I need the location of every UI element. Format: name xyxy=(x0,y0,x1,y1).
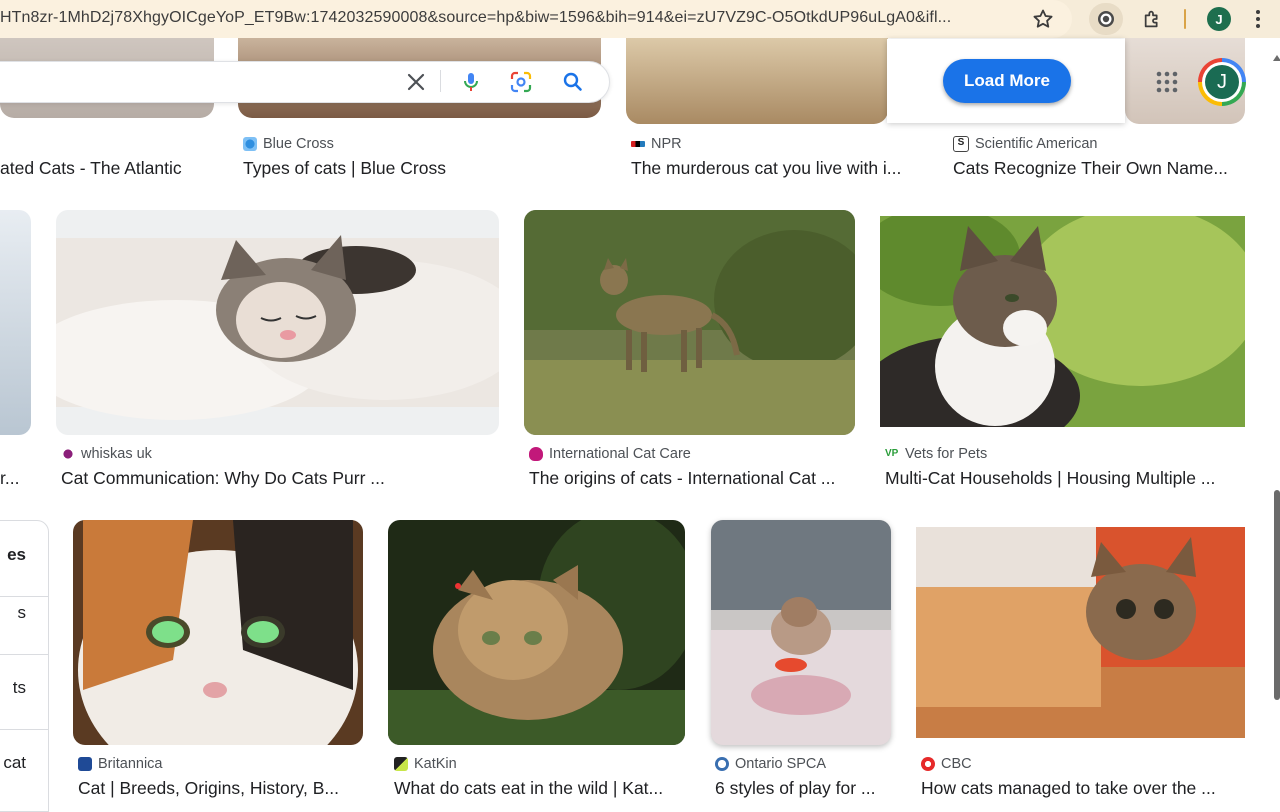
result-source-mid-2[interactable]: whiskas uk xyxy=(61,446,152,462)
vets-for-pets-favicon-icon: VP xyxy=(885,447,899,461)
browser-toolbar: HTn8zr-1MhD2j78XhgyOICgeYoP_ET9Bw:174203… xyxy=(0,0,1280,38)
result-source-mid-4[interactable]: VP Vets for Pets xyxy=(885,446,987,462)
toolbar-separator xyxy=(1184,9,1186,29)
result-image-bot-4[interactable] xyxy=(916,527,1245,738)
npr-favicon-icon xyxy=(631,141,645,147)
scrollbar-thumb[interactable] xyxy=(1274,490,1280,700)
source-name: Scientific American xyxy=(975,136,1098,152)
google-apps-icon[interactable] xyxy=(1155,70,1179,94)
blue-cross-favicon-icon xyxy=(243,137,257,151)
result-caption-top-3[interactable]: The murderous cat you live with i... xyxy=(631,158,915,179)
result-caption-bot-2[interactable]: What do cats eat in the wild | Kat... xyxy=(394,778,684,799)
source-name: Vets for Pets xyxy=(905,446,988,462)
source-name: KatKin xyxy=(414,756,457,772)
search-divider xyxy=(440,70,441,92)
result-caption-mid-1[interactable]: r... xyxy=(0,468,28,489)
related-search-item[interactable]: s cat xyxy=(0,729,48,804)
source-name: International Cat Care xyxy=(549,446,691,462)
source-name: Ontario SPCA xyxy=(735,756,827,772)
voice-search-icon[interactable] xyxy=(459,70,483,94)
related-search-item[interactable]: ts xyxy=(0,654,48,730)
sleeping-kitten-photo xyxy=(56,235,499,420)
result-image-mid-2[interactable] xyxy=(56,210,499,435)
clear-icon[interactable] xyxy=(404,70,428,94)
result-caption-bot-1[interactable]: Cat | Breeds, Origins, History, B... xyxy=(78,778,363,799)
source-name: whiskas uk xyxy=(81,446,152,462)
account-initial: J xyxy=(1205,65,1239,99)
britannica-favicon-icon xyxy=(78,757,92,771)
result-source-bot-2[interactable]: KatKin xyxy=(394,756,457,772)
search-icon[interactable] xyxy=(561,70,585,94)
result-caption-mid-3[interactable]: The origins of cats - International Cat … xyxy=(529,468,853,489)
source-name: Britannica xyxy=(98,756,163,772)
result-source-bot-4[interactable]: CBC xyxy=(921,756,972,772)
whiskas-favicon-icon xyxy=(61,447,75,461)
source-name: NPR xyxy=(651,136,682,152)
cbc-favicon-icon xyxy=(921,757,935,771)
extensions-puzzle-icon xyxy=(1144,10,1158,28)
wildcat-grass-photo xyxy=(524,210,855,435)
related-searches-panel: es s ts s cat xyxy=(0,520,49,812)
result-image-mid-3[interactable] xyxy=(524,210,855,435)
result-source-top-3[interactable]: NPR xyxy=(631,136,682,152)
url-text[interactable]: HTn8zr-1MhD2j78XhgyOICgeYoP_ET9Bw:174203… xyxy=(0,9,1025,27)
result-caption-top-2[interactable]: Types of cats | Blue Cross xyxy=(243,158,603,179)
result-source-top-2[interactable]: Blue Cross xyxy=(243,136,334,152)
international-cat-care-favicon-icon xyxy=(529,447,543,461)
scroll-up-arrow-icon[interactable] xyxy=(1273,55,1280,61)
extensions-button[interactable] xyxy=(1136,3,1170,35)
google-account-button[interactable]: J xyxy=(1198,58,1246,106)
result-caption-mid-2[interactable]: Cat Communication: Why Do Cats Purr ... xyxy=(61,468,497,489)
result-caption-bot-3[interactable]: 6 styles of play for ... xyxy=(715,778,893,799)
address-bar[interactable]: HTn8zr-1MhD2j78XhgyOICgeYoP_ET9Bw:174203… xyxy=(0,0,1072,38)
load-more-panel: Load More xyxy=(887,39,1125,123)
result-source-bot-3[interactable]: Ontario SPCA xyxy=(715,756,826,772)
result-source-bot-1[interactable]: Britannica xyxy=(78,756,162,772)
tabby-white-cat-photo xyxy=(880,216,1245,427)
load-more-button[interactable]: Load More xyxy=(943,59,1071,103)
related-search-label: s cat xyxy=(0,753,26,772)
related-search-label: ts xyxy=(12,678,26,697)
extension-record-button[interactable] xyxy=(1089,3,1123,35)
result-image-mid-4[interactable] xyxy=(880,216,1245,427)
katkin-favicon-icon xyxy=(394,757,408,771)
source-name: Blue Cross xyxy=(263,136,334,152)
result-source-mid-3[interactable]: International Cat Care xyxy=(529,446,691,462)
profile-avatar[interactable]: J xyxy=(1207,7,1231,31)
account-avatar: J xyxy=(1202,62,1242,102)
kebab-menu-icon[interactable] xyxy=(1253,8,1263,30)
result-image-bot-3[interactable] xyxy=(711,520,891,745)
calico-cat-photo xyxy=(73,520,363,745)
result-caption-top-1[interactable]: ated Cats - The Atlantic xyxy=(0,158,214,179)
result-source-top-4[interactable]: S Scientific American xyxy=(953,136,1098,152)
result-caption-mid-4[interactable]: Multi-Cat Households | Housing Multiple … xyxy=(885,468,1240,489)
scientific-american-favicon-icon: S xyxy=(953,136,969,152)
result-image-bot-2[interactable] xyxy=(388,520,685,745)
extension-record-icon xyxy=(1098,11,1114,27)
peeking-cat-photo xyxy=(916,527,1245,738)
result-image-mid-1[interactable] xyxy=(0,210,31,435)
kitten-playing-photo xyxy=(711,520,891,745)
result-caption-top-4[interactable]: Cats Recognize Their Own Name... xyxy=(953,158,1243,179)
star-icon[interactable] xyxy=(1031,7,1055,31)
related-search-label: es xyxy=(7,545,26,564)
ontario-spca-favicon-icon xyxy=(715,757,729,771)
bengal-cat-grass-photo xyxy=(388,520,685,745)
result-caption-bot-4[interactable]: How cats managed to take over the ... xyxy=(921,778,1233,799)
result-image-top-3[interactable] xyxy=(626,38,888,124)
lens-icon[interactable] xyxy=(509,70,533,94)
related-search-item[interactable]: s xyxy=(0,579,48,655)
related-search-label: s xyxy=(17,603,27,622)
result-image-bot-1[interactable] xyxy=(73,520,363,745)
source-name: CBC xyxy=(941,756,972,772)
